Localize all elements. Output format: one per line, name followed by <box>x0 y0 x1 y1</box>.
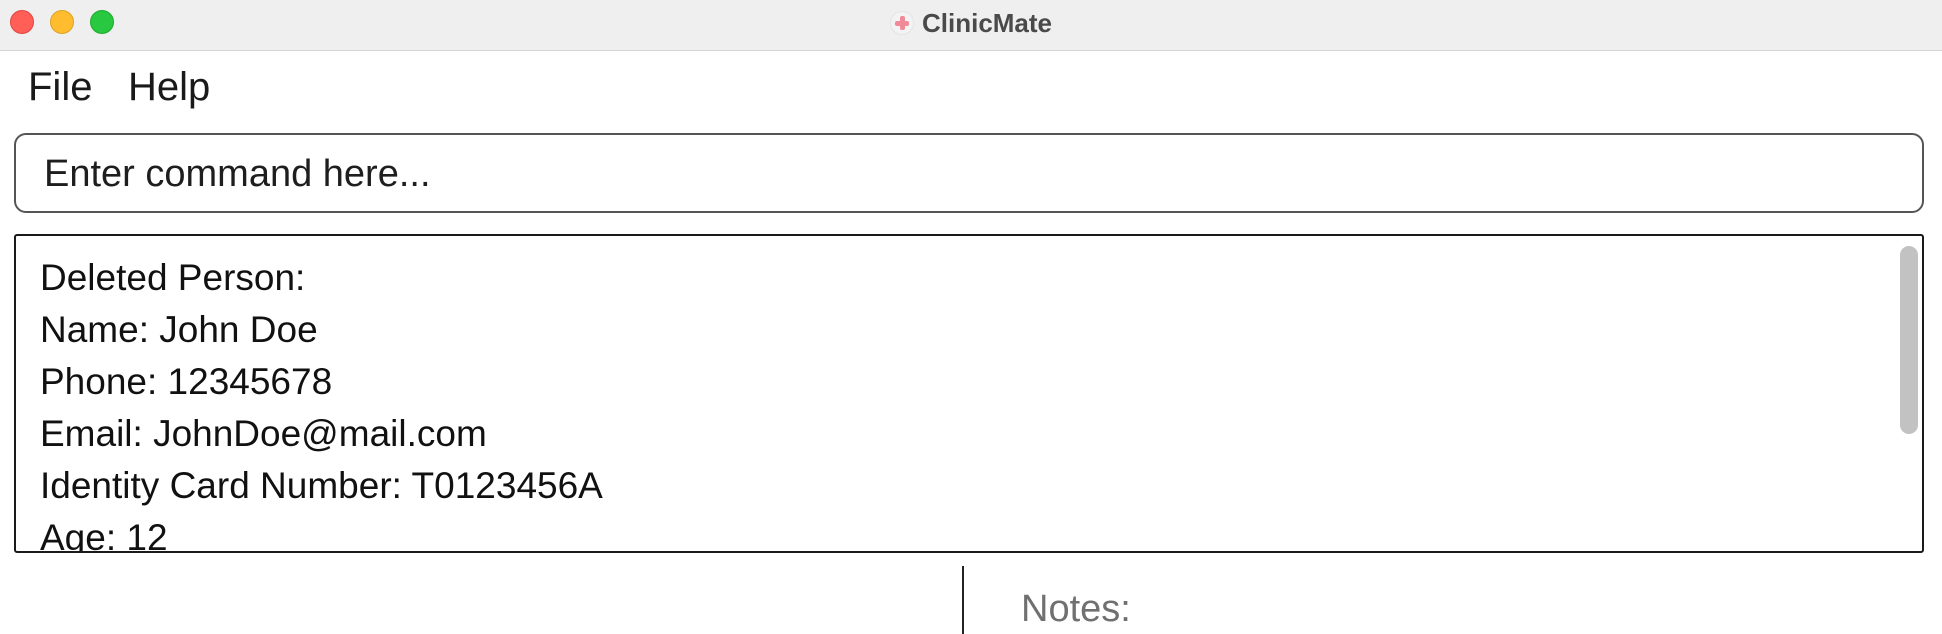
result-line: Deleted Person: <box>40 257 306 298</box>
result-line: Identity Card Number: T0123456A <box>40 465 603 506</box>
window-title-group: ClinicMate <box>0 0 1942 46</box>
window-title: ClinicMate <box>921 7 1053 38</box>
result-scrollbar[interactable] <box>1900 246 1918 542</box>
panel-divider[interactable] <box>962 566 964 634</box>
result-line: Name: John Doe <box>40 309 318 350</box>
result-line: Age: 12 <box>40 517 168 553</box>
menu-help[interactable]: Help <box>128 65 210 110</box>
menu-file[interactable]: File <box>28 65 92 110</box>
result-line: Phone: 12345678 <box>40 361 333 402</box>
result-display: Deleted Person: Name: John Doe Phone: 12… <box>14 234 1924 553</box>
command-box <box>14 133 1924 213</box>
notes-label: Notes: <box>1021 588 1131 630</box>
result-scrollbar-thumb[interactable] <box>1900 246 1918 434</box>
command-input[interactable] <box>42 147 1886 201</box>
red-cross-icon <box>889 11 914 35</box>
result-text: Deleted Person: Name: John Doe Phone: 12… <box>40 252 603 553</box>
title-bar: ClinicMate <box>0 0 1942 51</box>
result-line: Email: JohnDoe@mail.com <box>40 413 487 454</box>
menu-bar: File Help <box>0 51 1942 127</box>
